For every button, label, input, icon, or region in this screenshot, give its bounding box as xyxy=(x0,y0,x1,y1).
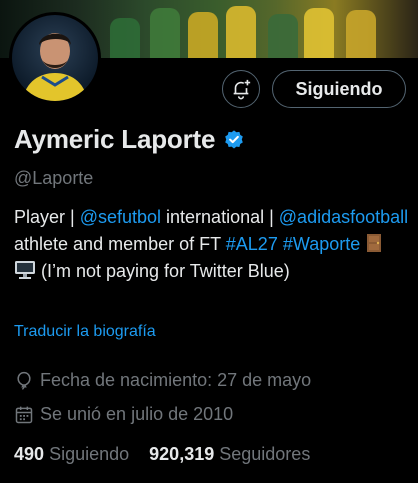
birth-date-row: Fecha de nacimiento: 27 de mayo xyxy=(14,370,311,391)
bio-text: international | xyxy=(161,207,279,227)
following-label: Siguiendo xyxy=(49,444,130,464)
notifications-button[interactable] xyxy=(222,70,260,108)
joined-date: Se unió en julio de 2010 xyxy=(40,404,234,424)
mention-adidasfootball[interactable]: @adidasfootball xyxy=(279,207,408,227)
hashtag-waporte[interactable]: #Waporte xyxy=(283,234,360,254)
hashtag-al27[interactable]: #AL27 xyxy=(226,234,278,254)
name-row: Aymeric Laporte xyxy=(14,124,245,155)
bio: Player | @sefutbol international | @adid… xyxy=(14,204,409,285)
avatar-image xyxy=(22,33,88,101)
translate-bio-link[interactable]: Traducir la biografía xyxy=(14,323,156,341)
following-count: 490 xyxy=(14,444,45,464)
verified-badge-icon[interactable] xyxy=(223,129,245,151)
following-button[interactable]: Siguiendo xyxy=(272,70,406,108)
calendar-icon xyxy=(15,406,33,423)
birth-date: Fecha de nacimiento: 27 de mayo xyxy=(40,370,312,390)
desktop-computer-icon xyxy=(15,261,35,279)
bio-text: athlete and member of FT xyxy=(14,234,226,254)
followers-label: Seguidores xyxy=(219,444,311,464)
bio-text: Player | xyxy=(14,207,80,227)
following-link[interactable]: 490 Siguiendo xyxy=(14,444,129,464)
bell-plus-icon xyxy=(233,79,251,100)
mention-sefutbol[interactable]: @sefutbol xyxy=(80,207,161,227)
bio-text: (I’m not paying for Twitter Blue) xyxy=(36,261,290,281)
door-icon xyxy=(367,234,382,252)
joined-row: Se unió en julio de 2010 xyxy=(14,404,233,425)
followers-link[interactable]: 920,319 Seguidores xyxy=(149,444,310,464)
handle: @Laporte xyxy=(14,168,94,188)
balloon-icon xyxy=(17,371,31,390)
follow-stats: 490 Siguiendo 920,319 Seguidores xyxy=(14,444,310,465)
display-name: Aymeric Laporte xyxy=(14,124,216,154)
followers-count: 920,319 xyxy=(149,444,215,464)
profile-avatar[interactable] xyxy=(9,12,101,104)
